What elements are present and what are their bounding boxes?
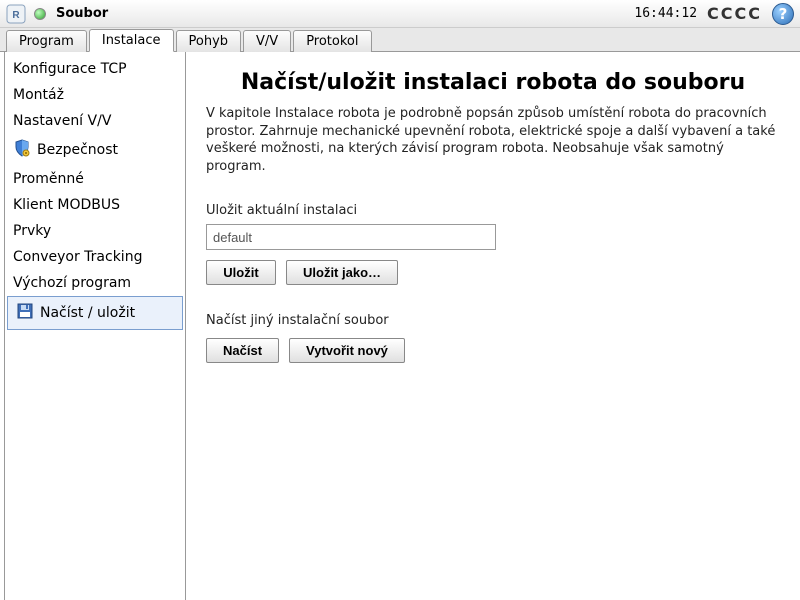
topbar: R Soubor 16:44:12 CCCC ? [0, 0, 800, 28]
save-as-button[interactable]: Uložit jako… [286, 260, 398, 285]
tab-instalace[interactable]: Instalace [89, 29, 174, 52]
installation-name-input[interactable] [206, 224, 496, 250]
tab-program[interactable]: Program [6, 30, 87, 52]
status-dot-icon [34, 8, 46, 20]
load-section-label: Načíst jiný instalační soubor [206, 313, 780, 328]
workspace: Konfigurace TCP Montáž Nastavení V/V Bez… [0, 52, 800, 600]
tab-vv[interactable]: V/V [243, 30, 291, 52]
sidebar-item-label: Conveyor Tracking [13, 249, 142, 265]
sidebar-item-label: Prvky [13, 223, 51, 239]
ur-logo: R [6, 4, 26, 24]
svg-text:R: R [12, 10, 20, 21]
sidebar-item-conveyor[interactable]: Conveyor Tracking [5, 244, 185, 270]
shield-icon [13, 139, 31, 161]
main-tabs: Program Instalace Pohyb V/V Protokol [0, 28, 800, 52]
sidebar-item-label: Proměnné [13, 171, 84, 187]
sidebar-item-load-save[interactable]: Načíst / uložit [7, 296, 183, 330]
status-indicator: CCCC [707, 4, 762, 23]
sidebar-item-label: Klient MODBUS [13, 197, 120, 213]
sidebar-item-safety[interactable]: Bezpečnost [5, 134, 185, 166]
page-description: V kapitole Instalace robota je podrobně … [206, 105, 780, 175]
sidebar-item-label: Výchozí program [13, 275, 131, 291]
sidebar-item-default-program[interactable]: Výchozí program [5, 270, 185, 296]
sidebar-item-tcp[interactable]: Konfigurace TCP [5, 56, 185, 82]
sidebar-item-variables[interactable]: Proměnné [5, 166, 185, 192]
sidebar-item-label: Konfigurace TCP [13, 61, 127, 77]
sidebar-item-features[interactable]: Prvky [5, 218, 185, 244]
save-button[interactable]: Uložit [206, 260, 276, 285]
sidebar-item-modbus[interactable]: Klient MODBUS [5, 192, 185, 218]
save-section-label: Uložit aktuální instalaci [206, 203, 780, 218]
menu-file[interactable]: Soubor [56, 6, 108, 21]
sidebar-item-label: Načíst / uložit [40, 305, 135, 321]
sidebar-item-io-setup[interactable]: Nastavení V/V [5, 108, 185, 134]
help-icon[interactable]: ? [772, 3, 794, 25]
clock: 16:44:12 [634, 6, 697, 21]
load-button[interactable]: Načíst [206, 338, 279, 363]
sidebar-item-label: Bezpečnost [37, 142, 118, 158]
sidebar-item-label: Nastavení V/V [13, 113, 111, 129]
sidebar: Konfigurace TCP Montáž Nastavení V/V Bez… [4, 52, 186, 600]
sidebar-item-label: Montáž [13, 87, 64, 103]
create-new-button[interactable]: Vytvořit nový [289, 338, 405, 363]
page-title: Načíst/uložit instalaci robota do soubor… [206, 70, 780, 95]
tab-pohyb[interactable]: Pohyb [176, 30, 242, 52]
main-panel: Načíst/uložit instalaci robota do soubor… [186, 52, 800, 600]
sidebar-item-mounting[interactable]: Montáž [5, 82, 185, 108]
tab-protokol[interactable]: Protokol [293, 30, 371, 52]
floppy-disk-icon [16, 302, 34, 324]
